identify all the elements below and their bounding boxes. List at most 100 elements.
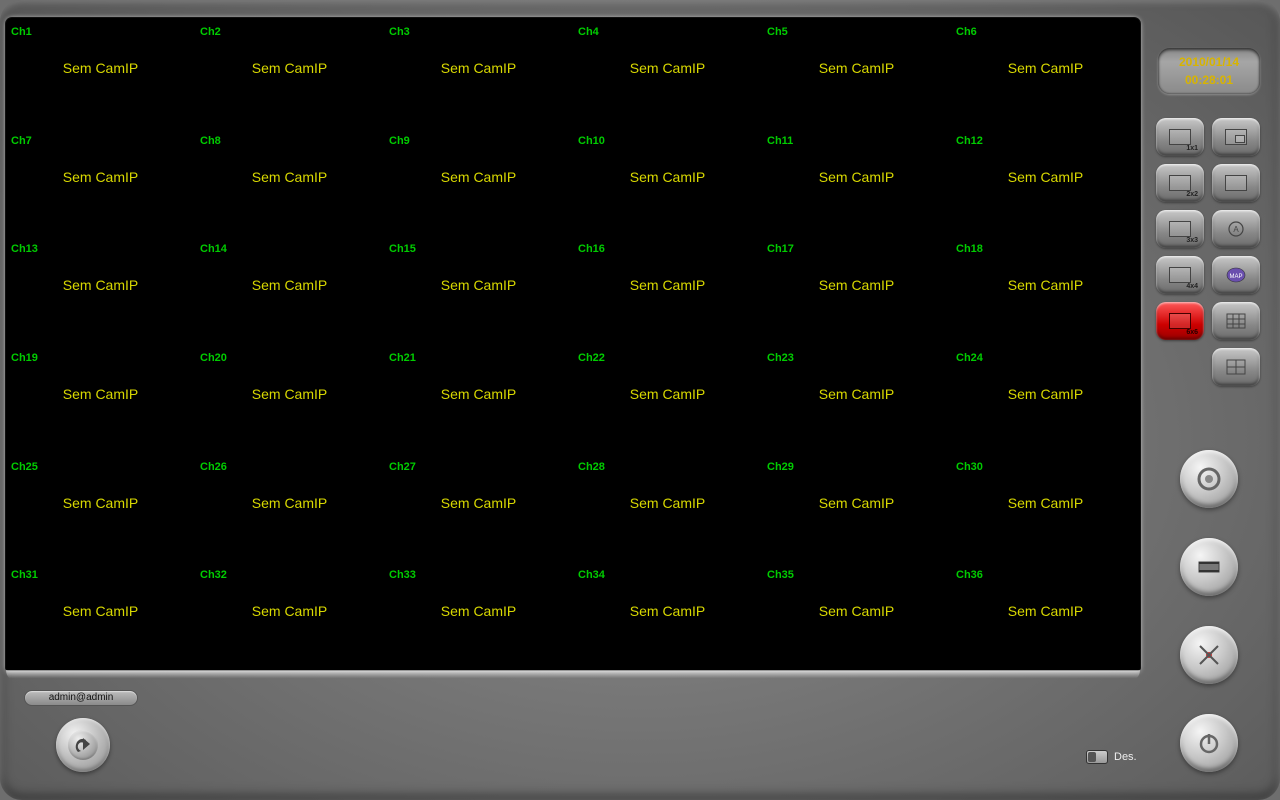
layout-1x1-label: 1x1 xyxy=(1186,145,1198,152)
channel-label: Ch7 xyxy=(11,135,32,147)
des-toggle[interactable] xyxy=(1086,750,1108,764)
channel-cell[interactable]: Ch36Sem CamIP xyxy=(951,561,1140,670)
channel-cell[interactable]: Ch28Sem CamIP xyxy=(573,453,762,562)
logout-icon xyxy=(68,730,98,760)
layout-pip-button[interactable] xyxy=(1212,118,1260,156)
channel-cell[interactable]: Ch19Sem CamIP xyxy=(6,344,195,453)
channel-cell[interactable]: Ch6Sem CamIP xyxy=(951,18,1140,127)
layout-3x3-button[interactable]: 3x3 xyxy=(1156,210,1204,248)
channel-cell[interactable]: Ch35Sem CamIP xyxy=(762,561,951,670)
channel-cell[interactable]: Ch5Sem CamIP xyxy=(762,18,951,127)
layout-2x2-button[interactable]: 2x2 xyxy=(1156,164,1204,202)
channel-label: Ch33 xyxy=(389,569,416,581)
user-pill[interactable]: admin@admin xyxy=(24,690,138,706)
channel-label: Ch10 xyxy=(578,135,605,147)
channel-label: Ch21 xyxy=(389,352,416,364)
channel-cell[interactable]: Ch14 Sem CamIP xyxy=(195,235,384,344)
layout-aux-a-button[interactable]: A xyxy=(1212,210,1260,248)
video-grid: Ch1Sem CamIPCh2Sem CamIPCh3Sem CamIPCh4S… xyxy=(6,18,1140,670)
channel-status: Sem CamIP xyxy=(630,603,705,619)
right-panel: 2010/01/14 00:28:01 1x1 2x2 3x3 xyxy=(1148,18,1274,788)
channel-status: Sem CamIP xyxy=(1008,495,1083,511)
channel-status: Sem CamIP xyxy=(819,603,894,619)
channel-label: Ch13 xyxy=(11,243,38,255)
channel-label: Ch36 xyxy=(956,569,983,581)
channel-label: Ch3 xyxy=(389,26,410,38)
channel-cell[interactable]: Ch23Sem CamIP xyxy=(762,344,951,453)
svg-text:A: A xyxy=(1233,225,1239,234)
layout-custom-1-button[interactable] xyxy=(1212,302,1260,340)
channel-cell[interactable]: Ch22Sem CamIP xyxy=(573,344,762,453)
power-icon xyxy=(1196,730,1222,756)
layout-4x4-button[interactable]: 4x4 xyxy=(1156,256,1204,294)
channel-cell[interactable]: Ch8Sem CamIP xyxy=(195,127,384,236)
channel-cell[interactable]: Ch33Sem CamIP xyxy=(384,561,573,670)
channel-cell[interactable]: Ch1Sem CamIP xyxy=(6,18,195,127)
channel-cell[interactable]: Ch7Sem CamIP xyxy=(6,127,195,236)
settings-button[interactable] xyxy=(1180,626,1238,684)
channel-cell[interactable]: Ch24Sem CamIP xyxy=(951,344,1140,453)
power-button[interactable] xyxy=(1180,714,1238,772)
channel-status: Sem CamIP xyxy=(252,169,327,185)
channel-cell[interactable]: Ch26Sem CamIP xyxy=(195,453,384,562)
layout-1x1-button[interactable]: 1x1 xyxy=(1156,118,1204,156)
grid-1x1-icon xyxy=(1169,129,1191,145)
channel-cell[interactable]: Ch11Sem CamIP xyxy=(762,127,951,236)
channel-label: Ch16 xyxy=(578,243,605,255)
channel-cell[interactable]: Ch10 Sem CamIP xyxy=(573,127,762,236)
layout-3x3-label: 3x3 xyxy=(1186,237,1198,244)
channel-status: Sem CamIP xyxy=(63,277,138,293)
channel-label: Ch22 xyxy=(578,352,605,364)
pip-icon xyxy=(1225,129,1247,145)
channel-cell[interactable]: Ch21 Sem CamIP xyxy=(384,344,573,453)
channel-cell[interactable]: Ch29Sem CamIP xyxy=(762,453,951,562)
custom-grid-1-icon xyxy=(1226,313,1246,329)
channel-cell[interactable]: Ch32Sem CamIP xyxy=(195,561,384,670)
datetime-display: 2010/01/14 00:28:01 xyxy=(1158,48,1260,94)
channel-cell[interactable]: Ch2Sem CamIP xyxy=(195,18,384,127)
channel-cell[interactable]: Ch34Sem CamIP xyxy=(573,561,762,670)
channel-cell[interactable]: Ch3Sem CamIP xyxy=(384,18,573,127)
layout-6x6-button[interactable]: 6x6 xyxy=(1156,302,1204,340)
svg-text:MAP: MAP xyxy=(1229,274,1242,280)
layout-dual-button[interactable] xyxy=(1212,164,1260,202)
layout-6x6-label: 6x6 xyxy=(1186,329,1198,336)
channel-status: Sem CamIP xyxy=(630,169,705,185)
tools-icon xyxy=(1196,642,1222,668)
playback-button[interactable] xyxy=(1180,538,1238,596)
logout-button[interactable] xyxy=(56,718,110,772)
channel-cell[interactable]: Ch15Sem CamIP xyxy=(384,235,573,344)
channel-status: Sem CamIP xyxy=(63,603,138,619)
channel-cell[interactable]: Ch20Sem CamIP xyxy=(195,344,384,453)
channel-cell[interactable]: Ch31 Sem CamIP xyxy=(6,561,195,670)
layout-custom-2-button[interactable] xyxy=(1212,348,1260,386)
channel-cell[interactable]: Ch17Sem CamIP xyxy=(762,235,951,344)
channel-label: Ch18 xyxy=(956,243,983,255)
channel-status: Sem CamIP xyxy=(441,386,516,402)
layout-map-button[interactable]: MAP xyxy=(1212,256,1260,294)
channel-cell[interactable]: Ch12Sem CamIP xyxy=(951,127,1140,236)
channel-label: Ch14 xyxy=(200,243,227,255)
channel-label: Ch9 xyxy=(389,135,410,147)
channel-label: Ch1 xyxy=(11,26,32,38)
layout-2x2-label: 2x2 xyxy=(1186,191,1198,198)
channel-status: Sem CamIP xyxy=(252,277,327,293)
record-button[interactable] xyxy=(1180,450,1238,508)
channel-label: Ch19 xyxy=(11,352,38,364)
channel-cell[interactable]: Ch30Sem CamIP xyxy=(951,453,1140,562)
channel-cell[interactable]: Ch16Sem CamIP xyxy=(573,235,762,344)
channel-cell[interactable]: Ch4Sem CamIP xyxy=(573,18,762,127)
channel-cell[interactable]: Ch25Sem CamIP xyxy=(6,453,195,562)
grid-2x2-icon xyxy=(1169,175,1191,191)
dual-icon xyxy=(1225,175,1247,191)
channel-label: Ch31 xyxy=(11,569,38,581)
channel-cell[interactable]: Ch9Sem CamIP xyxy=(384,127,573,236)
channel-label: Ch4 xyxy=(578,26,599,38)
channel-cell[interactable]: Ch13 Sem CamIP xyxy=(6,235,195,344)
channel-status: Sem CamIP xyxy=(819,277,894,293)
channel-cell[interactable]: Ch18Sem CamIP xyxy=(951,235,1140,344)
grid-3x3-icon xyxy=(1169,221,1191,237)
channel-cell[interactable]: Ch27Sem CamIP xyxy=(384,453,573,562)
channel-status: Sem CamIP xyxy=(252,60,327,76)
film-icon xyxy=(1196,554,1222,580)
